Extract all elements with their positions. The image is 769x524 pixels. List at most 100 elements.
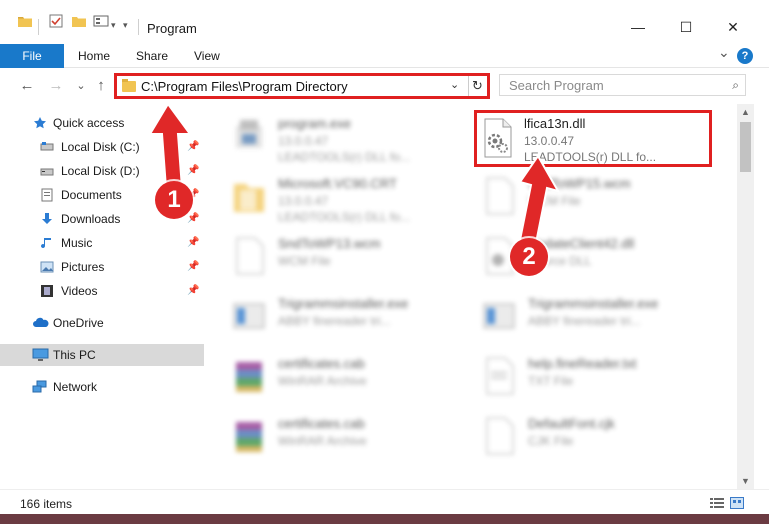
folder-icon xyxy=(122,79,136,92)
drive-icon xyxy=(40,168,54,176)
refresh-button[interactable]: ↻ xyxy=(468,76,486,96)
address-dropdown-icon[interactable]: ⌄ xyxy=(450,78,459,91)
sidebar-item-label: Local Disk (D:) xyxy=(61,164,140,178)
blank-file-icon xyxy=(486,417,514,455)
status-bar: 166 items xyxy=(0,489,769,514)
file-name: lfica13n.dll xyxy=(524,116,586,131)
large-icons-view-icon[interactable] xyxy=(730,497,744,509)
search-input[interactable]: Search Program xyxy=(509,78,604,93)
tab-home[interactable]: Home xyxy=(78,44,110,68)
ribbon-tabs: File Home Share View ⌄ ? xyxy=(0,44,769,68)
archive-icon xyxy=(236,362,262,392)
customize-toolbar-icon[interactable] xyxy=(93,13,109,29)
address-path[interactable]: C:\Program Files\Program Directory xyxy=(141,79,348,94)
pin-icon: 📌 xyxy=(187,237,200,248)
download-icon xyxy=(42,213,52,224)
folder-icon xyxy=(234,184,264,212)
title-divider xyxy=(138,19,139,35)
qa-divider xyxy=(38,19,39,35)
details-view-icon[interactable] xyxy=(710,497,724,509)
sidebar-item-pictures[interactable]: Pictures 📌 xyxy=(0,256,204,278)
close-button[interactable]: ✕ xyxy=(722,16,744,38)
expand-ribbon-icon[interactable]: ⌄ xyxy=(718,44,730,61)
scroll-down-icon[interactable]: ▼ xyxy=(740,476,751,487)
sidebar-item-label: Quick access xyxy=(53,116,125,130)
list-item[interactable]: certificates.cab WinRAR Archive xyxy=(228,410,468,462)
list-item[interactable]: Trigrammsinstaller.exe ABBY finereader t… xyxy=(228,290,468,342)
pin-icon: 📌 xyxy=(187,165,200,176)
tab-file[interactable]: File xyxy=(0,44,64,68)
vertical-scrollbar[interactable]: ▲ ▼ xyxy=(737,104,754,489)
scroll-up-icon[interactable]: ▲ xyxy=(740,107,751,118)
list-item[interactable]: help.fineReader.txt TXT File xyxy=(478,350,718,402)
sidebar-item-label: This PC xyxy=(53,348,96,362)
qa-dropdown-icon[interactable]: ▾ xyxy=(111,20,116,31)
sidebar-item-network[interactable]: Network xyxy=(0,376,204,398)
step-callout-2: 2 xyxy=(510,238,548,276)
sidebar-item-label: Downloads xyxy=(61,212,121,226)
sidebar-item-label: Music xyxy=(61,236,93,250)
documents-icon xyxy=(41,188,53,202)
computer-icon xyxy=(32,348,49,361)
cloud-icon xyxy=(33,317,49,327)
music-icon xyxy=(41,238,51,249)
step-callout-1: 1 xyxy=(155,181,193,219)
tab-share[interactable]: Share xyxy=(136,44,168,68)
maximize-button[interactable]: ☐ xyxy=(675,16,697,38)
sidebar-item-local-disk-d[interactable]: Local Disk (D:) 📌 xyxy=(0,160,204,182)
dll-gear-icon xyxy=(484,118,512,158)
list-item[interactable]: SndToWP13.wcm WCM File xyxy=(228,230,468,282)
sidebar-item-label: Pictures xyxy=(61,260,105,274)
list-item[interactable]: Trigrammsinstaller.exe ABBY finereader t… xyxy=(478,290,718,342)
archive-icon xyxy=(236,422,262,452)
installer-icon xyxy=(483,303,515,329)
list-item[interactable]: certificates.cab WinRAR Archive xyxy=(228,350,468,402)
navigation-bar: ← → ⌄ ↑ C:\Program Files\Program Directo… xyxy=(0,68,769,104)
list-item[interactable]: Microsoft.VC90.CRT 13.0.0.47 LEADTOOLS(r… xyxy=(228,170,468,224)
folder-icon[interactable] xyxy=(17,13,33,29)
sidebar-item-music[interactable]: Music 📌 xyxy=(0,232,204,254)
sidebar-item-local-disk-c[interactable]: Local Disk (C:) 📌 xyxy=(0,136,204,158)
sidebar-item-label: Local Disk (C:) xyxy=(61,140,140,154)
forward-button[interactable]: → xyxy=(47,76,65,96)
qa-customize-icon[interactable]: ▾ xyxy=(123,20,128,31)
search-box[interactable]: Search Program ⌕ xyxy=(499,74,746,96)
sidebar-item-this-pc[interactable]: This PC xyxy=(0,344,204,366)
help-icon[interactable]: ? xyxy=(737,48,753,64)
drive-icon xyxy=(40,142,54,151)
list-item[interactable]: SndToWP15.wcm WCM File xyxy=(478,170,718,222)
highlighted-file-item[interactable]: lfica13n.dll 13.0.0.47 LEADTOOLS(r) DLL … xyxy=(474,110,712,167)
address-bar[interactable]: C:\Program Files\Program Directory ⌄ ↻ xyxy=(114,73,490,99)
file-description: LEADTOOLS(r) DLL fo... xyxy=(524,150,657,164)
blank-file-icon xyxy=(486,177,514,215)
sidebar-item-label: Documents xyxy=(61,188,122,202)
title-bar: ▾ ▾ Program — ☐ ✕ xyxy=(0,0,769,44)
recent-locations-button[interactable]: ⌄ xyxy=(72,76,90,96)
sidebar-item-videos[interactable]: Videos 📌 xyxy=(0,280,204,302)
sidebar-item-label: Network xyxy=(53,380,98,394)
exe-file-icon xyxy=(236,120,262,148)
tab-view[interactable]: View xyxy=(194,44,220,68)
sidebar-item-label: OneDrive xyxy=(53,316,104,330)
list-item[interactable]: program.exe 13.0.0.47 LEADTOOLS(r) DLL f… xyxy=(228,110,468,164)
up-button[interactable]: ↑ xyxy=(92,76,110,96)
list-item[interactable]: DefaultFont.cjk CJK File xyxy=(478,410,718,462)
blank-file-icon xyxy=(236,237,264,275)
sidebar-item-label: Videos xyxy=(61,284,98,298)
properties-icon[interactable] xyxy=(48,13,64,29)
pin-icon: 📌 xyxy=(187,141,200,152)
file-version: 13.0.0.47 xyxy=(524,134,575,148)
videos-icon xyxy=(41,285,53,297)
back-button[interactable]: ← xyxy=(18,76,36,96)
pin-icon: 📌 xyxy=(187,213,200,224)
desktop-background-strip xyxy=(0,514,769,524)
new-folder-icon[interactable] xyxy=(71,13,87,29)
scroll-thumb[interactable] xyxy=(740,122,751,172)
item-count: 166 items xyxy=(20,497,73,511)
text-file-icon xyxy=(486,357,514,395)
sidebar-item-quick-access[interactable]: Quick access xyxy=(0,112,204,134)
pin-icon: 📌 xyxy=(187,261,200,272)
search-icon[interactable]: ⌕ xyxy=(732,78,739,93)
sidebar-item-onedrive[interactable]: OneDrive xyxy=(0,312,204,334)
minimize-button[interactable]: — xyxy=(627,16,649,38)
